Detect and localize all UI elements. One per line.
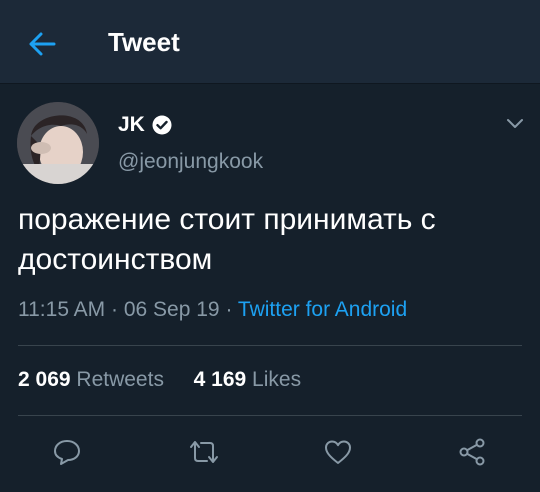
tweet-text: поражение стоит принимать с достоинством [18, 203, 436, 276]
author-name-row[interactable]: JK [118, 112, 172, 138]
reply-icon [54, 440, 80, 465]
retweets-label: Retweets [76, 368, 164, 391]
retweet-button[interactable] [184, 432, 224, 472]
verified-badge-icon [152, 115, 172, 135]
avatar[interactable] [17, 102, 99, 184]
page-title: Tweet [108, 27, 180, 57]
likes-label: Likes [252, 368, 302, 391]
divider [18, 415, 522, 416]
arrow-left-icon [29, 32, 56, 56]
share-icon [459, 438, 485, 466]
profile-photo [17, 102, 99, 184]
author-name[interactable]: JK [118, 113, 145, 137]
share-button[interactable] [452, 432, 492, 472]
chevron-down-icon [507, 119, 523, 128]
tweet-date: 06 Sep 19 [123, 298, 220, 321]
tweet-stats: 2 069 Retweets 4 169 Likes [18, 368, 301, 392]
likes-count: 4 169 [193, 368, 247, 391]
divider [18, 345, 522, 346]
tweet-meta: 11:15 AM · 06 Sep 19 · Twitter for Andro… [18, 298, 407, 322]
like-button[interactable] [318, 432, 358, 472]
tweet-menu-button[interactable] [502, 110, 528, 136]
meta-separator: · [105, 298, 124, 321]
like-icon [325, 440, 351, 464]
reply-button[interactable] [47, 432, 87, 472]
top-app-bar: Tweet [0, 0, 540, 84]
tweet-source-link[interactable]: Twitter for Android [238, 298, 407, 321]
author-handle[interactable]: @jeonjungkook [118, 150, 263, 174]
retweet-icon [190, 441, 218, 463]
meta-separator: · [219, 298, 238, 321]
retweets-stat[interactable]: 2 069 Retweets [18, 368, 164, 391]
likes-stat[interactable]: 4 169 Likes [194, 368, 301, 391]
back-button[interactable] [18, 24, 66, 64]
tweet-time: 11:15 AM [18, 298, 106, 321]
retweets-count: 2 069 [18, 368, 71, 391]
